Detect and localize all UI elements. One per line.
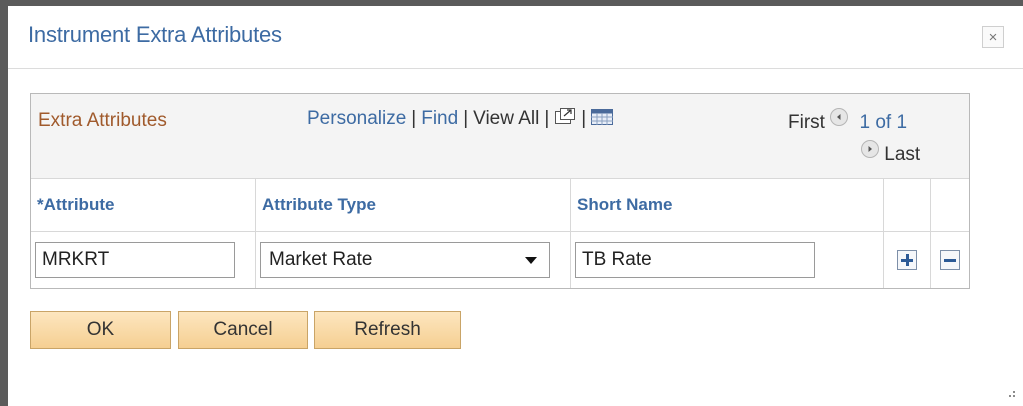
previous-icon[interactable]: [830, 108, 849, 126]
first-label[interactable]: First: [788, 112, 825, 133]
add-row-icon[interactable]: [897, 250, 917, 271]
dialog-title: Instrument Extra Attributes: [28, 22, 282, 47]
column-header-add: [883, 178, 931, 232]
ok-button[interactable]: OK: [30, 311, 171, 349]
nav-separator: |: [544, 108, 550, 129]
window-border-left: [0, 0, 8, 406]
short-name-input[interactable]: [575, 242, 815, 278]
attributes-table: *Attribute Attribute Type Short Name Mar…: [31, 178, 969, 288]
resize-grip-icon[interactable]: [1003, 388, 1017, 402]
column-header-attribute-type[interactable]: Attribute Type: [255, 178, 571, 232]
cell-delete: [930, 231, 969, 288]
grid-caption: Extra Attributes: [38, 110, 167, 131]
title-divider: [8, 68, 1023, 69]
column-header-short-name[interactable]: Short Name: [570, 178, 884, 232]
column-header-attribute[interactable]: *Attribute: [31, 178, 256, 232]
delete-row-icon[interactable]: [940, 250, 960, 271]
refresh-button[interactable]: Refresh: [314, 311, 461, 349]
view-all-link[interactable]: View All: [473, 108, 539, 129]
personalize-link[interactable]: Personalize: [307, 108, 406, 129]
dropdown-arrow-icon: [525, 257, 537, 264]
attribute-type-select[interactable]: Market Rate: [260, 242, 550, 278]
pager-first: First 1 of 1: [788, 108, 907, 134]
pager-last: Last: [861, 140, 920, 166]
grid-navigation: Personalize | Find | View All | |: [307, 108, 614, 130]
attribute-input[interactable]: [35, 242, 235, 278]
nav-separator: |: [411, 108, 417, 129]
pager-count: 1 of 1: [859, 112, 908, 133]
extra-attributes-grid: Extra Attributes Personalize | Find | View A…: [30, 93, 970, 289]
table-header-row: *Attribute Attribute Type Short Name: [31, 178, 969, 232]
cell-attribute: [31, 231, 256, 288]
last-label[interactable]: Last: [884, 144, 920, 165]
zoom-icon[interactable]: [554, 108, 576, 126]
attribute-type-value: Market Rate: [269, 249, 373, 270]
next-icon[interactable]: [861, 140, 879, 158]
nav-separator: |: [581, 108, 587, 129]
download-grid-icon[interactable]: [591, 109, 614, 125]
find-link[interactable]: Find: [421, 108, 458, 129]
cell-short-name: [570, 231, 884, 288]
nav-separator: |: [463, 108, 469, 129]
cell-add: [883, 231, 931, 288]
column-header-delete: [930, 178, 969, 232]
cell-attribute-type: Market Rate: [255, 231, 571, 288]
table-row: Market Rate: [31, 231, 969, 288]
close-button[interactable]: ×: [982, 26, 1004, 48]
cancel-button[interactable]: Cancel: [178, 311, 308, 349]
